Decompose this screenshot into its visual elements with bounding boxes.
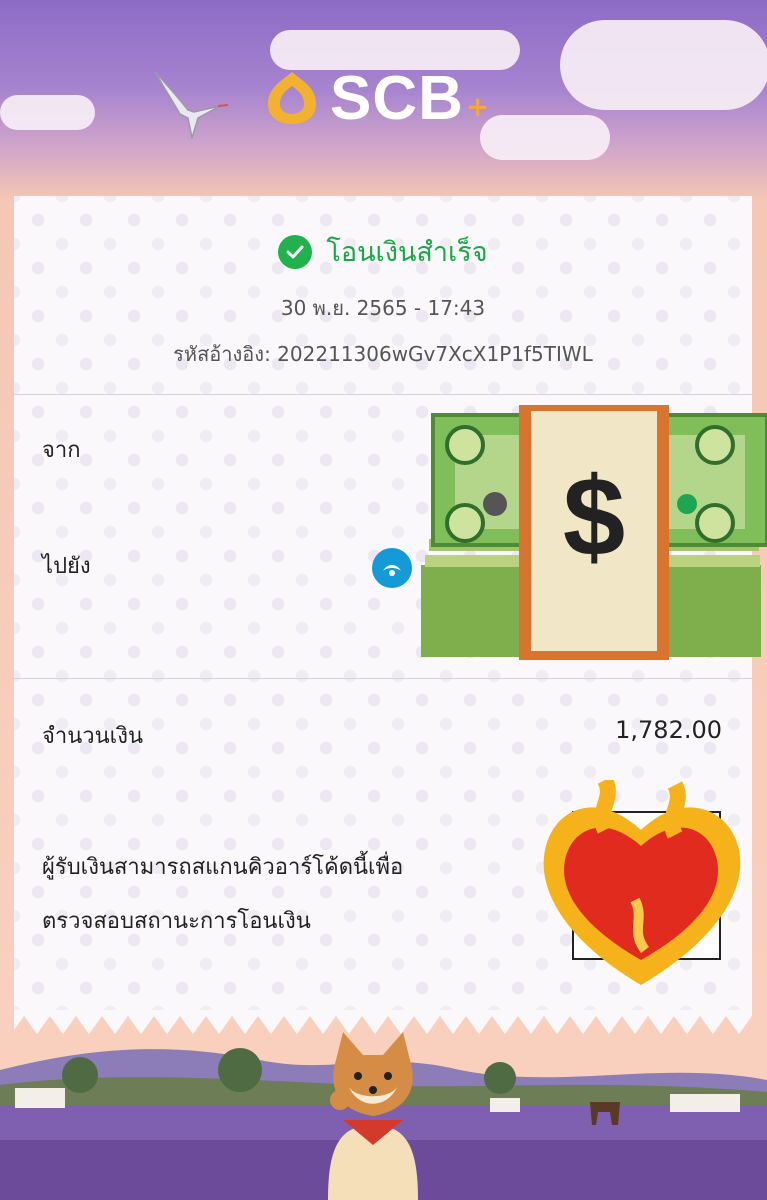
status-row: โอนเงินสำเร็จ xyxy=(14,230,752,273)
heart-on-fire-emoji xyxy=(543,780,741,985)
reference-label: รหัสอ้างอิง: xyxy=(173,342,271,366)
status-text: โอนเงินสำเร็จ xyxy=(326,237,488,268)
qr-note-line: ตรวจสอบสถานะการโอนเงิน xyxy=(42,909,311,934)
qr-note: ผู้รับเงินสามารถสแกนคิวอาร์โค้ดนี้เพื่อ … xyxy=(42,841,512,949)
cloud xyxy=(0,95,95,130)
svg-text:$: $ xyxy=(563,454,625,579)
shiba-dog-illustration xyxy=(328,1032,418,1200)
divider xyxy=(14,394,752,395)
qr-note-line: ผู้รับเงินสามารถสแกนคิวอาร์โค้ดนี้เพื่อ xyxy=(42,855,404,880)
reference-value: 202211306wGv7XcX1P1f5TIWL xyxy=(277,342,593,366)
check-icon xyxy=(278,234,313,269)
money-emoji: $ xyxy=(421,405,767,660)
amount-value: 1,782.00 xyxy=(615,716,722,744)
transfer-datetime: 30 พ.ย. 2565 - 17:43 xyxy=(280,296,486,320)
logo-text: SCB xyxy=(330,63,464,133)
cloud xyxy=(480,115,610,160)
plus-icon: + xyxy=(465,89,490,123)
bank-logo-icon xyxy=(372,548,412,588)
scb-logo: SCB + xyxy=(262,64,490,133)
cloud xyxy=(560,20,767,110)
bird-illustration xyxy=(154,71,229,139)
to-label: ไปยัง xyxy=(42,554,91,579)
scb-logo-icon xyxy=(268,72,316,124)
amount-label: จำนวนเงิน xyxy=(42,724,143,749)
divider xyxy=(14,678,752,679)
reference-line: รหัสอ้างอิง: 202211306wGv7XcX1P1f5TIWL xyxy=(14,338,752,370)
from-label: จาก xyxy=(42,438,81,463)
